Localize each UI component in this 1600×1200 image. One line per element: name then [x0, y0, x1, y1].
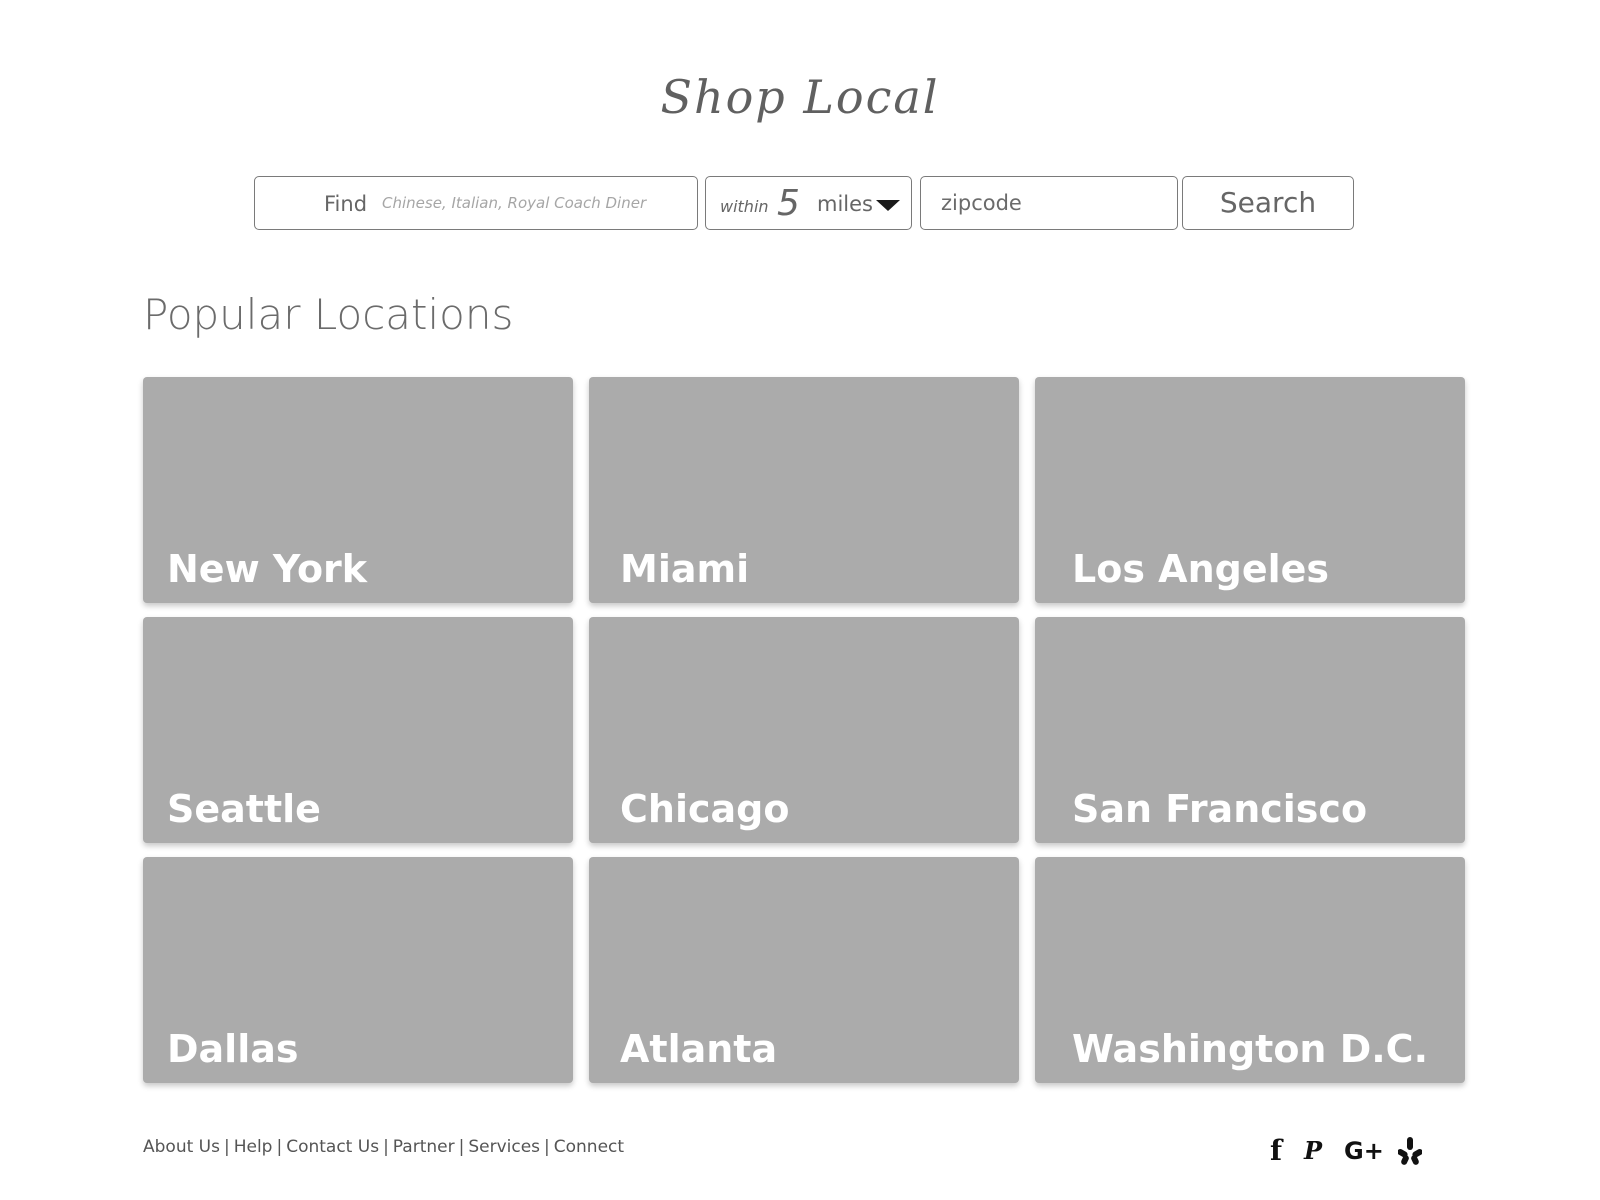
footer-separator: |	[223, 1137, 230, 1157]
distance-select[interactable]: within 5 miles	[705, 176, 912, 230]
location-tile-los-angeles[interactable]: Los Angeles	[1035, 377, 1465, 603]
location-name: Los Angeles	[1072, 547, 1330, 591]
find-input[interactable]	[382, 194, 682, 212]
zipcode-field[interactable]	[920, 176, 1178, 230]
location-tile-seattle[interactable]: Seattle	[143, 617, 573, 843]
location-tile-washington-dc[interactable]: Washington D.C.	[1035, 857, 1465, 1083]
distance-value: 5	[777, 183, 800, 224]
find-field[interactable]: Find	[254, 176, 698, 230]
footer-link-about-us[interactable]: About Us	[143, 1137, 220, 1157]
location-name: Chicago	[620, 787, 790, 831]
facebook-icon[interactable]: f	[1270, 1133, 1282, 1169]
location-name: San Francisco	[1072, 787, 1368, 831]
find-label: Find	[324, 192, 368, 216]
google-plus-icon[interactable]: G+	[1344, 1133, 1384, 1169]
footer-separator: |	[276, 1137, 283, 1157]
footer-separator: |	[458, 1137, 465, 1157]
location-tile-dallas[interactable]: Dallas	[143, 857, 573, 1083]
location-tile-miami[interactable]: Miami	[589, 377, 1019, 603]
chevron-down-icon[interactable]	[876, 200, 900, 211]
footer-link-partner[interactable]: Partner	[393, 1137, 455, 1157]
popular-locations-title: Popular Locations	[143, 290, 514, 339]
zipcode-input[interactable]	[941, 191, 1161, 215]
location-tile-san-francisco[interactable]: San Francisco	[1035, 617, 1465, 843]
location-name: Miami	[620, 547, 750, 591]
pinterest-icon[interactable]: P	[1304, 1133, 1322, 1169]
location-name: Atlanta	[620, 1027, 778, 1071]
location-name: Dallas	[167, 1027, 299, 1071]
page: Shop Local Find within 5 miles Search Po…	[0, 0, 1600, 1200]
location-tile-chicago[interactable]: Chicago	[589, 617, 1019, 843]
yelp-icon[interactable]	[1397, 1133, 1423, 1169]
location-name: Washington D.C.	[1072, 1027, 1429, 1071]
footer-link-contact-us[interactable]: Contact Us	[286, 1137, 379, 1157]
within-label: within	[720, 197, 769, 216]
search-button[interactable]: Search	[1182, 176, 1354, 230]
location-tile-new-york[interactable]: New York	[143, 377, 573, 603]
brand-logo[interactable]: Shop Local	[0, 70, 1600, 124]
footer-link-connect[interactable]: Connect	[554, 1137, 624, 1157]
location-tile-atlanta[interactable]: Atlanta	[589, 857, 1019, 1083]
footer-separator: |	[544, 1137, 550, 1157]
footer-separator: |	[383, 1137, 389, 1157]
footer-link-services[interactable]: Services	[468, 1137, 540, 1157]
footer-link-help[interactable]: Help	[234, 1137, 273, 1157]
distance-unit: miles	[817, 192, 873, 216]
location-name: Seattle	[167, 787, 321, 831]
location-name: New York	[167, 547, 368, 591]
footer-links: About Us | Help | Contact Us | Partner | Service…	[143, 1137, 624, 1157]
